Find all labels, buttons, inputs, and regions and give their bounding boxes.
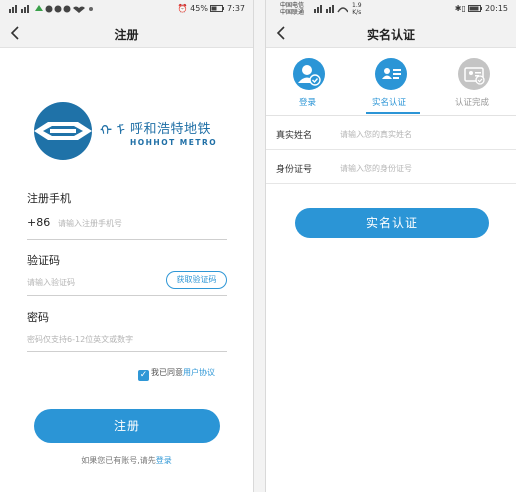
login-hint: 如果您已有账号,请先登录 bbox=[0, 455, 253, 466]
register-screen: ⏰ 45% 7:37 注册 ᠬ ᠮ 呼和浩特地铁 HOHHOT METRO 注册… bbox=[0, 0, 254, 492]
status-bar: 中国电信 中国联通 1.9 K/s ✱▯ 20:15 bbox=[266, 0, 516, 18]
phone-divider bbox=[27, 239, 227, 240]
code-divider bbox=[27, 295, 227, 296]
alarm-icon: ⏰ bbox=[177, 4, 188, 13]
phone-input[interactable]: 请输入注册手机号 bbox=[58, 218, 122, 229]
login-link[interactable]: 登录 bbox=[156, 456, 172, 465]
progress-steps: 登录 实名认证 认证完成 bbox=[266, 48, 516, 116]
register-button[interactable]: 注册 bbox=[34, 409, 220, 443]
carrier-primary: 中国电信 bbox=[280, 2, 305, 9]
step-verify-label: 实名认证 bbox=[372, 98, 407, 108]
page-title: 注册 bbox=[114, 28, 139, 42]
logo-chinese-name: 呼和浩特地铁 bbox=[130, 122, 212, 137]
user-check-icon bbox=[298, 65, 321, 86]
agreement-text: 我已同意 bbox=[151, 368, 183, 377]
battery-icon bbox=[210, 5, 225, 12]
battery-percent: 45% bbox=[190, 4, 208, 13]
password-label: 密码 bbox=[27, 311, 49, 324]
verify-button[interactable]: 实名认证 bbox=[295, 208, 489, 238]
password-divider bbox=[27, 351, 227, 352]
code-input[interactable]: 请输入验证码 bbox=[27, 277, 75, 288]
step-login-label: 登录 bbox=[299, 98, 317, 108]
agreement-row: ✓ 我已同意用户协议 bbox=[138, 367, 215, 381]
logo-icon bbox=[34, 102, 92, 160]
screen-gap bbox=[254, 0, 265, 492]
code-label: 验证码 bbox=[27, 254, 60, 267]
signal-icons bbox=[9, 5, 93, 13]
id-number-row: 身份证号 请输入您的身份证号 bbox=[266, 150, 516, 184]
step-complete bbox=[458, 58, 490, 90]
id-card-icon bbox=[382, 68, 401, 79]
carrier-info: 中国电信 中国联通 bbox=[280, 2, 304, 16]
speed-unit: K/s bbox=[352, 9, 362, 16]
status-icons bbox=[9, 4, 95, 15]
login-hint-text: 如果您已有账号,请先 bbox=[81, 456, 156, 465]
logo-english-name: HOHHOT METRO bbox=[130, 138, 218, 147]
checkbox-icon[interactable]: ✓ bbox=[138, 370, 149, 381]
id-number-input[interactable]: 请输入您的身份证号 bbox=[340, 163, 412, 174]
password-input[interactable]: 密码仅支持6-12位英文或数字 bbox=[27, 334, 133, 345]
metro-logo: ᠬ ᠮ 呼和浩特地铁 HOHHOT METRO bbox=[30, 100, 230, 170]
page-title: 实名认证 bbox=[366, 28, 415, 42]
real-name-screen: 中国电信 中国联通 1.9 K/s ✱▯ 20:15 实名认证 登录 实名认证 … bbox=[265, 0, 516, 492]
country-code[interactable]: +86 bbox=[27, 216, 50, 229]
network-speed: 1.9 K/s bbox=[352, 2, 362, 16]
certified-card-icon bbox=[464, 67, 485, 85]
phone-label: 注册手机 bbox=[27, 192, 71, 205]
get-code-button[interactable]: 获取验证码 bbox=[166, 271, 227, 289]
signal-icons bbox=[314, 4, 349, 15]
real-name-label: 真实姓名 bbox=[276, 131, 313, 141]
active-step-indicator bbox=[366, 112, 420, 114]
step-verify bbox=[375, 58, 407, 90]
status-right: ✱▯ 20:15 bbox=[455, 4, 508, 13]
step-login bbox=[293, 58, 325, 90]
nav-bar: 实名认证 bbox=[266, 18, 516, 48]
battery-icon bbox=[468, 5, 483, 12]
logo-mongolian-script: ᠬ ᠮ bbox=[100, 123, 125, 139]
status-bar: ⏰ 45% 7:37 bbox=[0, 0, 253, 18]
nav-bar: 注册 bbox=[0, 18, 253, 48]
user-agreement-link[interactable]: 用户协议 bbox=[183, 368, 215, 377]
real-name-row: 真实姓名 请输入您的真实姓名 bbox=[266, 116, 516, 150]
carrier-secondary: 中国联通 bbox=[280, 9, 305, 16]
status-time: 7:37 bbox=[227, 4, 245, 13]
id-number-label: 身份证号 bbox=[276, 165, 313, 175]
real-name-input[interactable]: 请输入您的真实姓名 bbox=[340, 129, 412, 140]
step-complete-label: 认证完成 bbox=[455, 98, 490, 108]
speed-value: 1.9 bbox=[352, 2, 362, 9]
vibrate-icon: ✱▯ bbox=[454, 4, 466, 13]
status-right: ⏰ 45% 7:37 bbox=[178, 4, 245, 13]
status-time: 20:15 bbox=[484, 4, 508, 13]
